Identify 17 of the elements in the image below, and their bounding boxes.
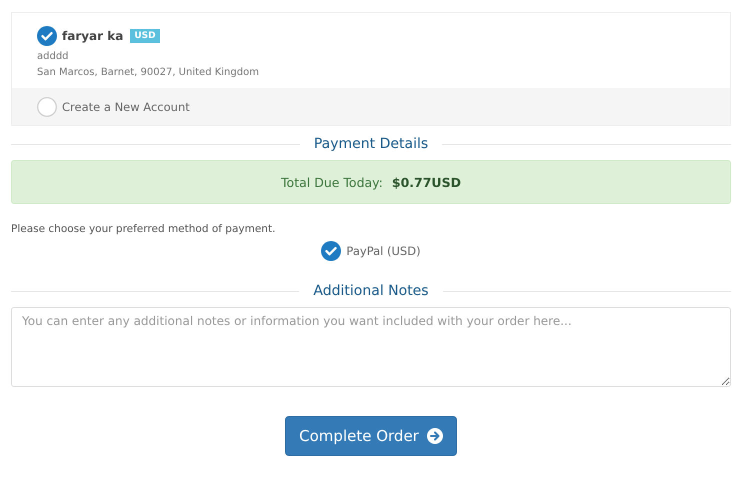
payment-method-label[interactable]: PayPal (USD) [346, 244, 421, 258]
notes-field[interactable]: You can enter any additional notes or information you want included with your order here... [11, 307, 731, 387]
complete-order-button[interactable]: Complete Order [285, 416, 457, 456]
checked-radio-icon[interactable] [37, 26, 57, 46]
account-option-label[interactable]: Create a New Account [62, 100, 190, 114]
section-heading: Additional Notes [313, 283, 429, 299]
total-label: Total Due Today: [281, 174, 383, 190]
address-line: San Marcos, Barnet, 90027, United Kingdom [37, 67, 260, 78]
checked-radio-icon[interactable] [321, 241, 342, 261]
address-line: adddd [37, 51, 70, 62]
currency-badge: USD [130, 29, 160, 43]
radio-icon[interactable] [37, 97, 57, 117]
payment-prompt: Please choose your preferred method of payment. [11, 223, 276, 235]
total-amount: $0.77USD [392, 174, 461, 190]
section-heading: Payment Details [314, 136, 428, 152]
account-name[interactable]: faryar ka [62, 29, 124, 43]
arrow-right-icon [426, 428, 443, 444]
